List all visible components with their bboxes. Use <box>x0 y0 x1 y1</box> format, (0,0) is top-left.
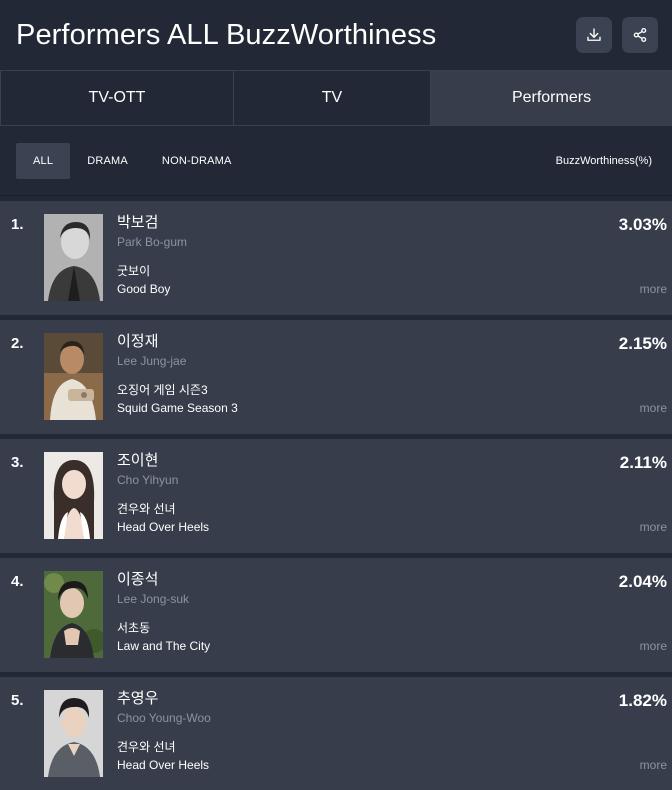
filter-bar: ALL DRAMA NON-DRAMA BuzzWorthiness(%) <box>0 126 672 196</box>
header-actions <box>576 17 658 53</box>
tab-performers[interactable]: Performers <box>431 71 672 125</box>
more-link[interactable]: more <box>640 758 667 772</box>
ranking-row[interactable]: 1. 박보검 Park Bo-gum 굿보이 Good Boy 3.03% mo… <box>0 201 672 315</box>
rank-number: 2. <box>11 335 24 352</box>
page-title: Performers ALL BuzzWorthiness <box>16 18 437 51</box>
performer-photo <box>44 452 103 539</box>
performer-name-english: Choo Young-Woo <box>117 711 211 725</box>
performer-info: 추영우 Choo Young-Woo 견우와 선녀 Head Over Heel… <box>117 690 211 773</box>
performer-info: 이정재 Lee Jung-jae 오징어 게임 시즌3 Squid Game S… <box>117 333 238 416</box>
performer-name-english: Lee Jung-jae <box>117 354 187 368</box>
performer-name-korean: 추영우 <box>117 690 159 707</box>
share-icon <box>633 27 647 43</box>
show-title-english: Law and The City <box>117 639 211 653</box>
show-title-korean: 견우와 선녀 <box>117 502 176 516</box>
show-title-korean: 굿보이 <box>117 264 151 278</box>
more-link[interactable]: more <box>640 282 667 296</box>
download-icon <box>587 28 601 41</box>
ranking-row[interactable]: 4. 이종석 Lee Jong-suk 서초동 Law and The City <box>0 558 672 672</box>
show-title-english: Good Boy <box>117 282 171 296</box>
performer-name-english: Lee Jong-suk <box>117 592 190 606</box>
more-link[interactable]: more <box>640 520 667 534</box>
performer-name-english: Cho Yihyun <box>117 473 179 487</box>
header: Performers ALL BuzzWorthiness <box>0 0 672 70</box>
performer-info: 박보검 Park Bo-gum 굿보이 Good Boy <box>117 214 187 297</box>
portrait-image <box>44 571 103 658</box>
rank-number: 4. <box>11 573 24 590</box>
rank-number: 3. <box>11 454 24 471</box>
portrait-image <box>44 690 103 777</box>
performer-info: 조이현 Cho Yihyun 견우와 선녀 Head Over Heels <box>117 452 209 535</box>
tab-tv-ott[interactable]: TV-OTT <box>0 71 234 125</box>
filter-drama[interactable]: DRAMA <box>70 143 145 179</box>
more-link[interactable]: more <box>640 639 667 653</box>
performer-name-korean: 이종석 <box>117 571 159 588</box>
filter-all[interactable]: ALL <box>16 142 71 179</box>
ranking-row[interactable]: 5. 추영우 Choo Young-Woo 견우와 선녀 Head Over H… <box>0 677 672 790</box>
rank-number: 5. <box>11 692 24 709</box>
buzz-percentage: 2.15% <box>618 334 667 353</box>
buzz-percentage: 2.11% <box>619 453 667 472</box>
app-root: Performers ALL BuzzWorthiness TV-OTT TV … <box>0 0 672 790</box>
performer-name-english: Park Bo-gum <box>117 235 188 249</box>
buzz-percentage: 3.03% <box>618 215 667 234</box>
portrait-image <box>44 452 103 539</box>
buzz-percentage: 1.82% <box>618 691 667 710</box>
show-title-english: Head Over Heels <box>117 758 210 772</box>
show-title-english: Squid Game Season 3 <box>117 401 238 415</box>
performer-name-korean: 조이현 <box>117 452 159 469</box>
more-link[interactable]: more <box>640 401 667 415</box>
download-button[interactable] <box>576 17 612 53</box>
performer-photo <box>44 571 103 658</box>
ranking-row[interactable]: 3. 조이현 Cho Yihyun 견우와 선녀 Head Over Heels… <box>0 439 672 553</box>
buzz-percentage: 2.04% <box>618 572 667 591</box>
rank-number: 1. <box>11 216 24 233</box>
show-title-korean: 서초동 <box>117 621 151 635</box>
category-tabs: TV-OTT TV Performers <box>0 70 672 126</box>
performer-name-korean: 이정재 <box>117 333 159 350</box>
performer-photo <box>44 214 103 301</box>
metric-label: BuzzWorthiness(%) <box>555 154 652 167</box>
performer-info: 이종석 Lee Jong-suk 서초동 Law and The City <box>117 571 210 654</box>
show-title-english: Head Over Heels <box>117 520 210 534</box>
show-title-korean: 오징어 게임 시즌3 <box>117 383 208 397</box>
filter-non-drama[interactable]: NON-DRAMA <box>145 143 249 179</box>
ranking-list: 1. 박보검 Park Bo-gum 굿보이 Good Boy 3.03% mo… <box>0 201 672 790</box>
portrait-image <box>44 214 103 301</box>
performer-photo <box>44 333 103 420</box>
performer-photo <box>44 690 103 777</box>
share-button[interactable] <box>622 17 658 53</box>
portrait-image <box>44 333 103 420</box>
tab-tv[interactable]: TV <box>234 71 431 125</box>
performer-name-korean: 박보검 <box>117 214 159 231</box>
show-title-korean: 견우와 선녀 <box>117 740 176 754</box>
ranking-row[interactable]: 2. 이정재 Lee Jung-jae 오징어 게임 시즌3 Squid Gam… <box>0 320 672 434</box>
